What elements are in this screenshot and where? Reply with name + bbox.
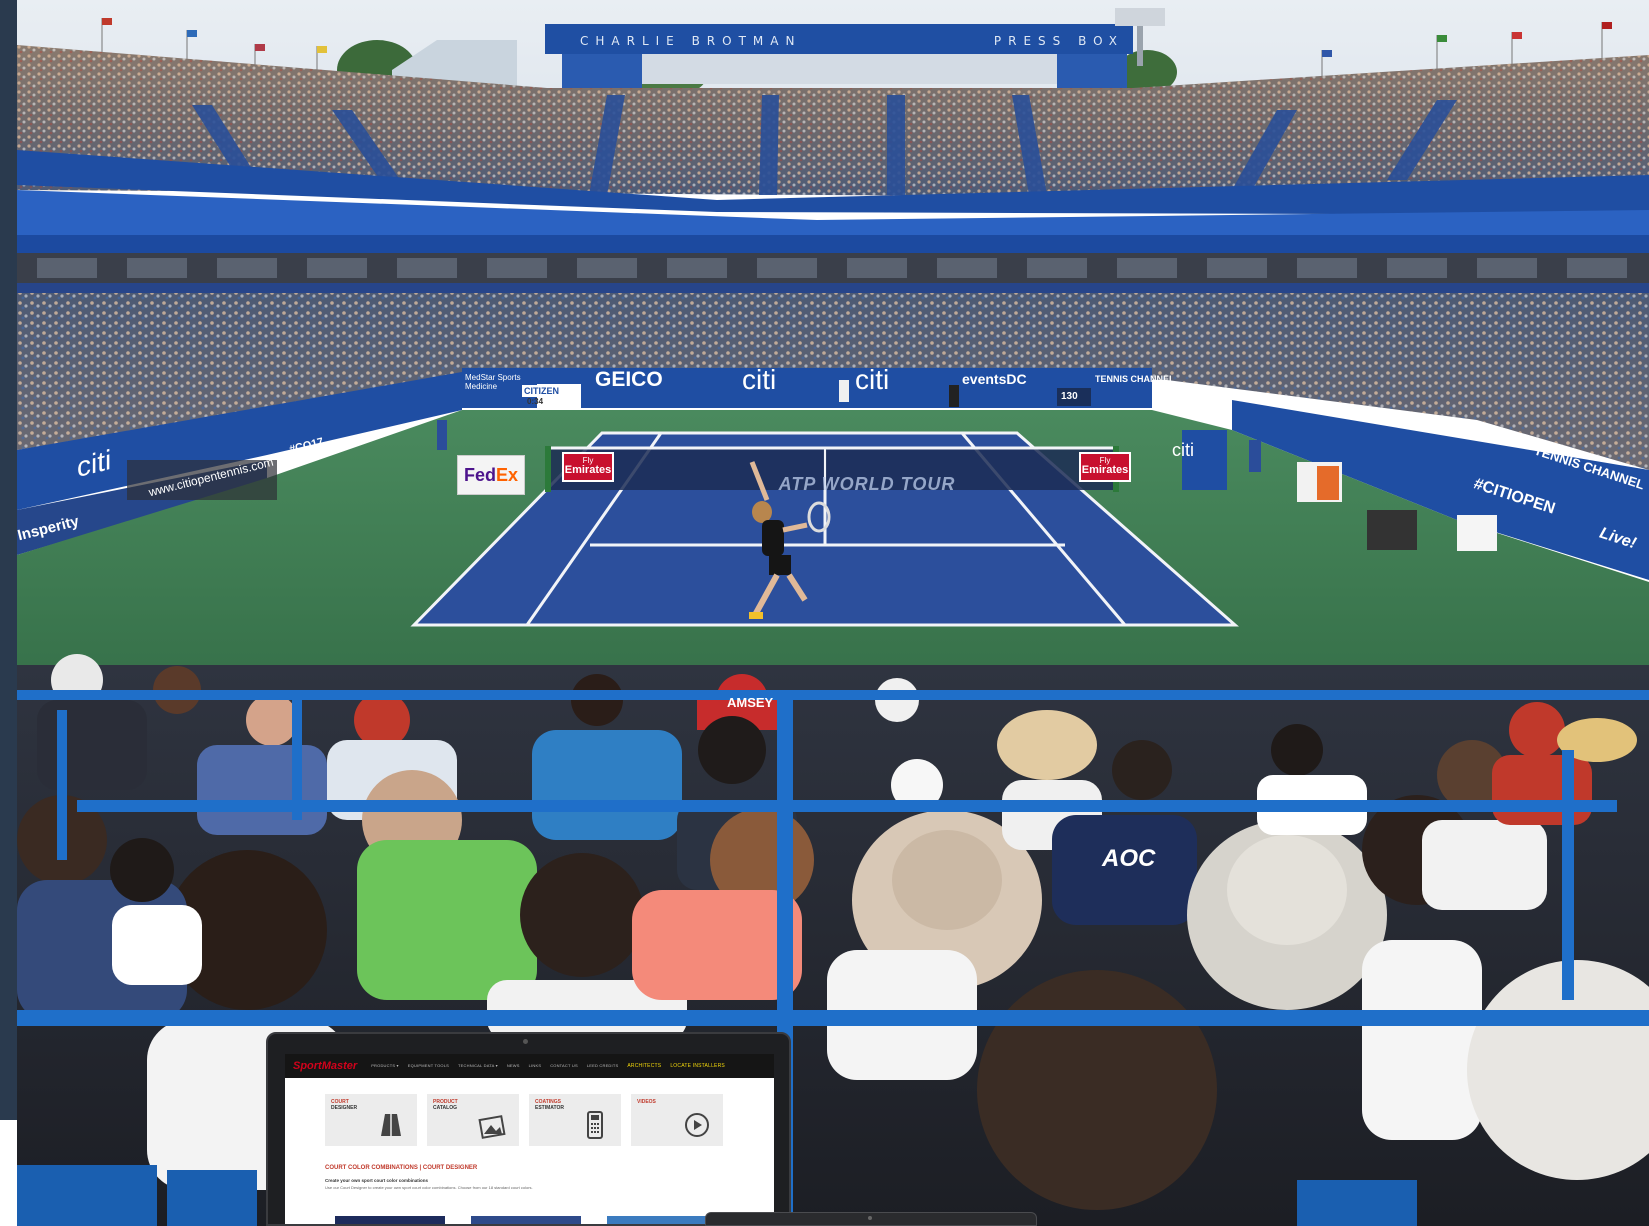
tile-label-line2: ESTIMATOR — [535, 1104, 564, 1111]
court-color-swatch[interactable] — [335, 1216, 445, 1224]
stadium-photo: CHARLIE BROTMAN PRESS BOX GEICO citi cit… — [17, 0, 1649, 1226]
citi-banner-1: citi — [742, 364, 777, 395]
tile-label-line1: VIDEOS — [637, 1099, 656, 1105]
court-color-swatch[interactable] — [471, 1216, 581, 1224]
citizen-clock-time: 0:34 — [527, 397, 544, 406]
tile-label: VIDEOS — [637, 1099, 656, 1106]
laptop-screen: SportMaster PRODUCTS ▾ EQUIPMENT TOOLS TEC… — [285, 1054, 774, 1224]
events-dc-banner: eventsDC — [962, 371, 1027, 387]
website-nav-menu: PRODUCTS ▾ EQUIPMENT TOOLS TECHNICAL DATA … — [371, 1063, 725, 1069]
website-nav-item[interactable]: CONTACT US — [550, 1063, 578, 1069]
press-box-right-label: PRESS BOX — [993, 34, 1124, 48]
play-icon — [679, 1110, 715, 1140]
website-nav-bar: SportMaster PRODUCTS ▾ EQUIPMENT TOOLS TEC… — [285, 1054, 774, 1078]
website-feature-tiles: COURT DESIGNER PRODUCT CATALOG COATINGS ESTIM… — [325, 1094, 723, 1146]
speed-display: 130 — [1061, 391, 1078, 402]
fedex-fed: Fed — [463, 464, 496, 485]
aoc-shirt-logo: AOC — [1102, 845, 1156, 872]
emirates-name: Emirates — [1081, 464, 1129, 476]
tile-label-line2: CATALOG — [433, 1104, 457, 1111]
laptop-camera — [523, 1039, 528, 1044]
image-gallery-icon — [475, 1110, 511, 1140]
calculator-icon — [577, 1110, 613, 1140]
website-feature-tile[interactable]: COURT DESIGNER — [325, 1094, 417, 1146]
fedex-ex: Ex — [495, 464, 519, 485]
tile-label: COURT DESIGNER — [331, 1099, 358, 1111]
court-color-swatches — [335, 1216, 717, 1224]
citi-chair-banner: citi — [1172, 440, 1194, 460]
emirates-sign-left: Fly Emirates — [562, 452, 614, 482]
website-feature-tile[interactable]: VIDEOS — [631, 1094, 723, 1146]
tile-label: COATINGS ESTIMATOR — [535, 1099, 564, 1111]
website-nav-item[interactable]: TECHNICAL DATA ▾ — [458, 1063, 498, 1069]
website-nav-item[interactable]: NEWS — [507, 1063, 520, 1069]
geico-banner: GEICO — [595, 368, 663, 391]
website-nav-item[interactable]: EQUIPMENT TOOLS — [408, 1063, 449, 1069]
scene: CHARLIE BROTMAN PRESS BOX GEICO citi cit… — [0, 0, 1649, 1226]
website-feature-tile[interactable]: COATINGS ESTIMATOR — [529, 1094, 621, 1146]
citizen-clock-brand: CITIZEN — [522, 385, 561, 397]
net-banner: ATP WORLD TOUR — [778, 474, 956, 494]
laptop-mockup: SportMaster PRODUCTS ▾ EQUIPMENT TOOLS TEC… — [266, 1032, 791, 1226]
emirates-name: Emirates — [564, 464, 612, 476]
tile-label-line2: DESIGNER — [331, 1104, 358, 1111]
tablet-camera — [868, 1216, 872, 1220]
citi-banner-2: citi — [855, 364, 890, 395]
fedex-sign: Fed Ex — [457, 455, 525, 495]
court-icon — [373, 1110, 409, 1140]
press-box-sign: CHARLIE BROTMAN PRESS BOX — [562, 28, 1142, 54]
sportmaster-logo-text: SportMaster — [293, 1060, 358, 1072]
court-color-heading: COURT COLOR COMBINATIONS | COURT DESIGNE… — [325, 1165, 478, 1171]
medstar-banner: MedStar Sports Medicine — [465, 373, 521, 391]
left-frame-gap — [0, 1120, 17, 1226]
sportmaster-logo[interactable]: SportMaster — [293, 1060, 357, 1072]
tennis-channel-banner: TENNIS CHANNEL — [1095, 374, 1175, 384]
website-nav-item[interactable]: PRODUCTS ▾ — [371, 1063, 399, 1069]
stadium-illustration — [17, 0, 1649, 1226]
emirates-sign-right: Fly Emirates — [1079, 452, 1131, 482]
left-frame-bar — [0, 0, 17, 1120]
ramsey-shirt-text: AMSEY — [727, 695, 774, 710]
court-color-description: Use our Court Designer to create your ow… — [325, 1185, 533, 1190]
court-color-swatch[interactable] — [607, 1216, 717, 1224]
website-nav-item[interactable]: LINKS — [529, 1063, 542, 1069]
website-nav-item[interactable]: LEED CREDITS — [587, 1063, 619, 1069]
website-feature-tile[interactable]: PRODUCT CATALOG — [427, 1094, 519, 1146]
tablet-mockup-edge — [705, 1212, 1037, 1226]
court-color-subtitle: Create your own sport court color combin… — [325, 1178, 429, 1183]
website-nav-item[interactable]: LOCATE INSTALLERS — [670, 1063, 725, 1069]
tile-label: PRODUCT CATALOG — [433, 1099, 458, 1111]
website-nav-item[interactable]: ARCHITECTS — [627, 1063, 661, 1069]
press-box-left-label: CHARLIE BROTMAN — [580, 34, 802, 48]
